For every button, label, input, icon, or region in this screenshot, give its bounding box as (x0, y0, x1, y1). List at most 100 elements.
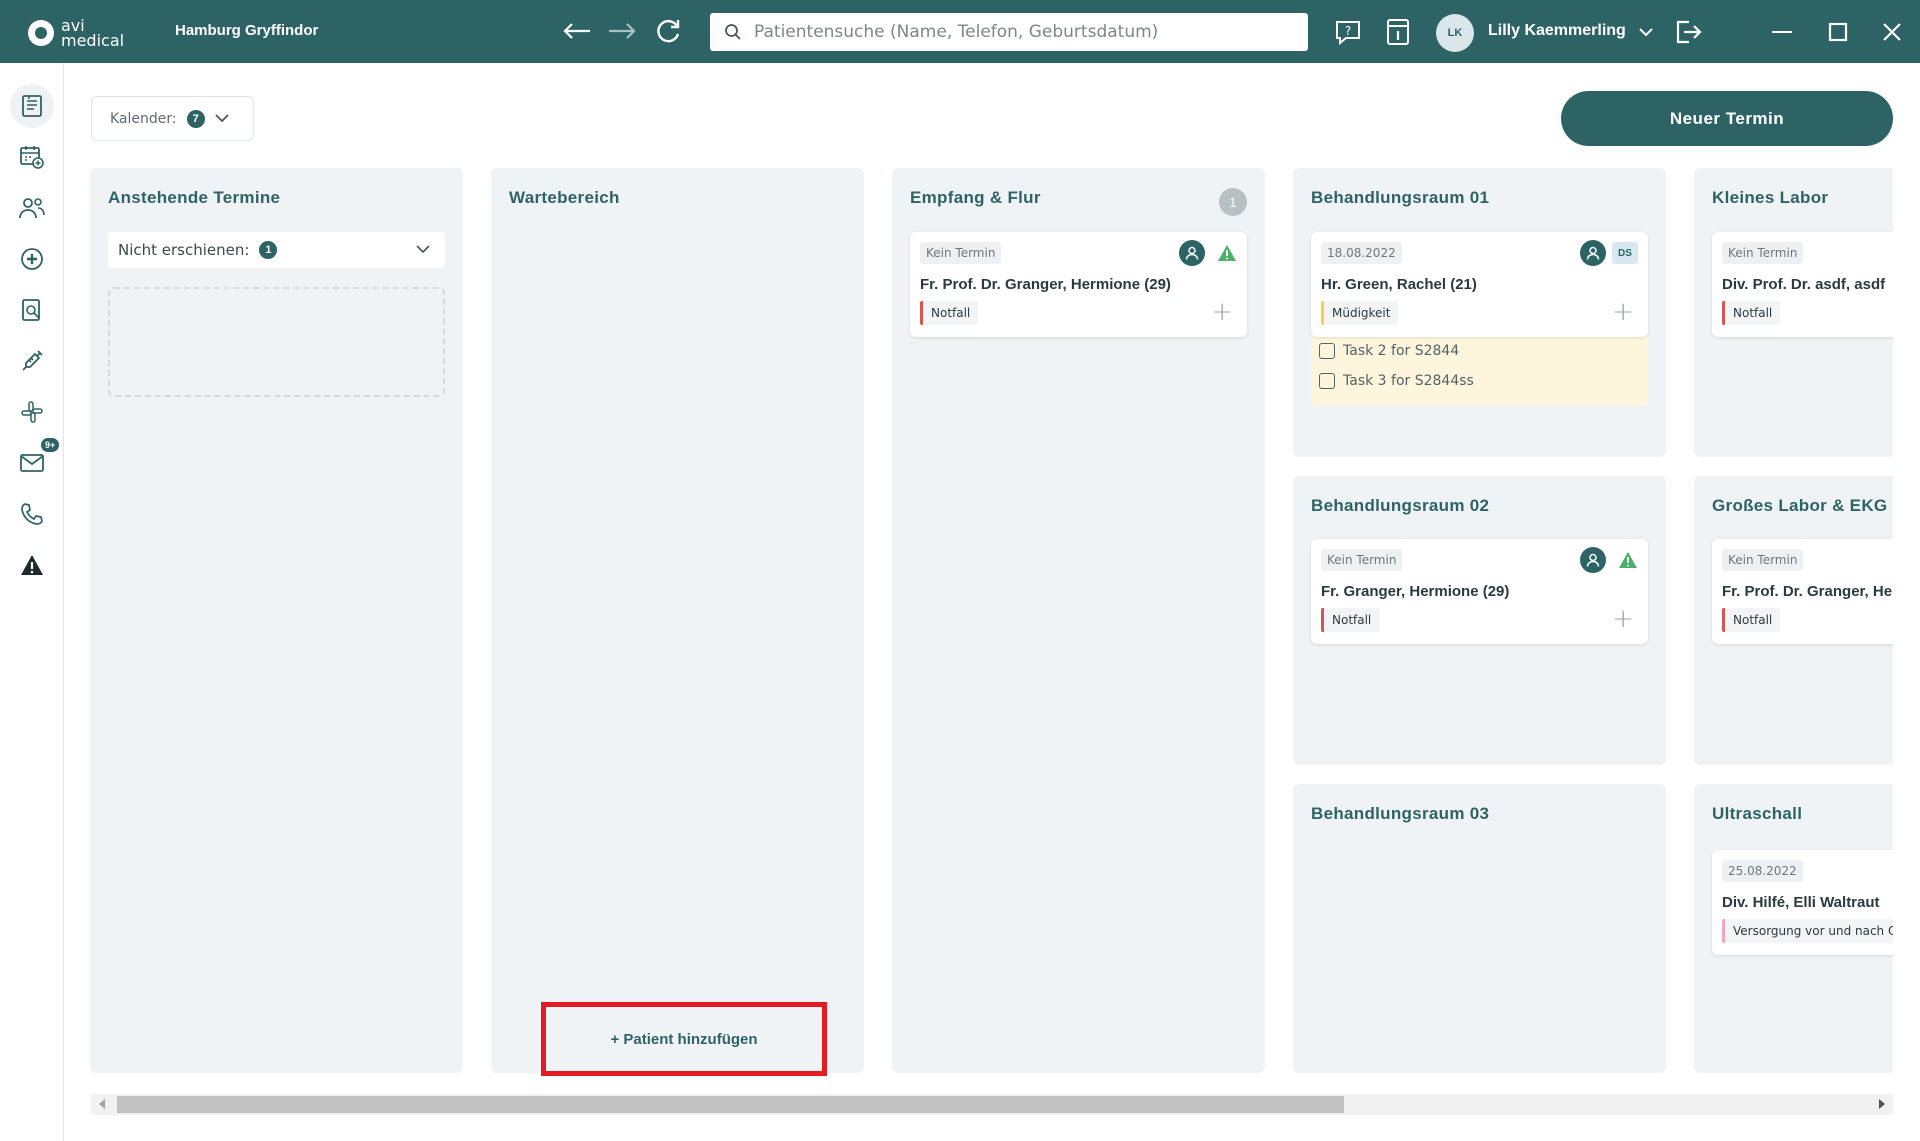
patient-card[interactable]: 25.08.2022 Div. Hilfé, Elli Waltraut Ver… (1712, 850, 1893, 955)
warning-icon (1218, 245, 1236, 261)
new-appointment-button[interactable]: Neuer Termin (1561, 91, 1893, 146)
logo-mark-icon (28, 20, 54, 46)
add-icon[interactable]: + (1612, 606, 1634, 632)
back-arrow-icon[interactable] (560, 13, 594, 49)
visit-reason: Versorgung vor und nach O (1722, 919, 1893, 943)
column-title: Wartebereich (509, 188, 620, 207)
warning-icon (21, 555, 43, 575)
appointment-date-chip: 25.08.2022 (1722, 860, 1803, 882)
appointment-date-chip: 18.08.2022 (1321, 242, 1402, 264)
patient-card[interactable]: Kein Termin Fr. Prof. Dr. Granger, Hermi… (910, 232, 1247, 337)
no-show-label: Nicht erschienen: (118, 241, 250, 259)
task-checkbox-icon[interactable] (1319, 343, 1335, 359)
practice-name[interactable]: Hamburg Gryffindor (175, 22, 318, 39)
calendar-filter[interactable]: Kalender: 7 (91, 96, 254, 141)
task-item[interactable]: Task 2 for S2844 (1319, 343, 1459, 359)
clipboard-list-icon (22, 95, 42, 117)
sidebar: 9+ (0, 63, 64, 1141)
sidebar-item-search-records[interactable] (10, 288, 54, 332)
sidebar-item-patients[interactable] (10, 186, 54, 230)
calendar-add-icon (20, 146, 44, 169)
drop-zone[interactable] (108, 287, 445, 397)
patient-card[interactable]: 18.08.2022 DS Hr. Green, Rachel (21) Müd… (1311, 232, 1648, 337)
column-upcoming: Anstehende Termine Nicht erschienen: 1 (90, 168, 463, 1073)
patient-name: Div. Prof. Dr. asdf, asdf (1722, 276, 1886, 293)
visit-reason: Notfall (1321, 608, 1380, 632)
sidebar-item-medical[interactable] (10, 237, 54, 281)
scrollbar-thumb[interactable] (117, 1096, 1344, 1113)
appointment-chip: Kein Termin (1722, 242, 1804, 264)
calendar-filter-label: Kalender: (110, 110, 177, 127)
patient-name: Fr. Prof. Dr. Granger, He (1722, 583, 1893, 600)
mail-icon (20, 454, 44, 472)
column-title: Kleines Labor (1712, 188, 1829, 207)
info-icon[interactable] (1382, 16, 1414, 48)
column-small-lab: Kleines Labor Kein Termin Div. Prof. Dr.… (1694, 168, 1893, 457)
no-show-count-badge: 1 (259, 241, 278, 259)
column-room-03: Behandlungsraum 03 (1293, 784, 1666, 1073)
top-bar: avi medical Hamburg Gryffindor ? LK Lill… (0, 0, 1920, 63)
chevron-down-icon[interactable] (1630, 16, 1662, 48)
syringe-icon (22, 350, 43, 371)
sidebar-item-integrations[interactable] (10, 390, 54, 434)
logout-icon[interactable] (1673, 16, 1705, 48)
users-icon (19, 198, 45, 219)
scroll-left-arrow-icon[interactable] (99, 1099, 105, 1109)
help-chat-icon[interactable]: ? (1332, 16, 1364, 48)
column-ultrasound: Ultraschall 25.08.2022 Div. Hilfé, Elli … (1694, 784, 1893, 1073)
patient-search[interactable] (710, 13, 1308, 51)
visit-reason: Müdigkeit (1321, 301, 1399, 325)
logo-text: avi medical (61, 16, 125, 50)
task-item[interactable]: Task 3 for S2844ss (1319, 373, 1474, 389)
patient-search-input[interactable] (754, 22, 1294, 42)
doctor-initials-badge: DS (1612, 242, 1638, 264)
search-icon (725, 24, 741, 40)
column-waiting-area: Wartebereich (491, 168, 864, 1073)
appointment-chip: Kein Termin (920, 242, 1002, 264)
task-label: Task 3 for S2844ss (1343, 373, 1474, 389)
appointment-chip: Kein Termin (1321, 549, 1403, 571)
column-room-01: Behandlungsraum 01 Task 2 for S2844 Task… (1293, 168, 1666, 457)
column-title: Empfang & Flur (910, 188, 1041, 207)
add-icon[interactable]: + (1211, 299, 1233, 325)
sidebar-item-calendar[interactable] (10, 135, 54, 179)
mail-badge: 9+ (39, 436, 62, 454)
patient-icon[interactable] (1179, 240, 1205, 266)
maximize-icon[interactable] (1822, 16, 1854, 48)
patient-card[interactable]: Kein Termin Div. Prof. Dr. asdf, asdf No… (1712, 232, 1893, 337)
slack-icon (21, 401, 43, 423)
forward-arrow-icon[interactable] (605, 13, 639, 49)
visit-reason: Notfall (1722, 608, 1781, 632)
sidebar-item-messages[interactable]: 9+ (10, 436, 62, 485)
add-icon[interactable]: + (1612, 299, 1634, 325)
patient-card[interactable]: Kein Termin Fr. Granger, Hermione (29) N… (1311, 539, 1648, 644)
sidebar-item-board[interactable] (10, 84, 54, 128)
user-name[interactable]: Lilly Kaemmerling (1488, 22, 1626, 40)
patient-icon[interactable] (1580, 547, 1606, 573)
refresh-icon[interactable] (651, 13, 685, 49)
avi-medical-logo[interactable]: avi medical (28, 16, 125, 50)
svg-text:?: ? (1345, 24, 1351, 38)
horizontal-scrollbar[interactable] (91, 1094, 1893, 1115)
patient-name: Hr. Green, Rachel (21) (1321, 276, 1477, 293)
sidebar-item-phone[interactable] (10, 492, 54, 536)
appointment-chip: Kein Termin (1722, 549, 1804, 571)
no-show-dropdown[interactable]: Nicht erschienen: 1 (108, 232, 445, 268)
column-count-badge: 1 (1219, 188, 1247, 216)
sidebar-item-vaccination[interactable] (10, 339, 54, 383)
visit-reason: Notfall (1722, 301, 1781, 325)
column-title: Behandlungsraum 03 (1311, 804, 1490, 823)
column-room-02: Behandlungsraum 02 Kein Termin Fr. Grang… (1293, 476, 1666, 765)
scroll-right-arrow-icon[interactable] (1879, 1099, 1885, 1109)
patient-card[interactable]: Kein Termin Fr. Prof. Dr. Granger, He No… (1712, 539, 1893, 644)
calendar-count-badge: 7 (186, 109, 205, 128)
minimize-icon[interactable] (1766, 16, 1798, 48)
patient-name: Fr. Prof. Dr. Granger, Hermione (29) (920, 276, 1171, 293)
add-patient-button[interactable]: + Patient hinzufügen (541, 1002, 827, 1076)
chevron-down-icon (416, 245, 430, 254)
sidebar-item-alerts[interactable] (10, 543, 54, 587)
close-icon[interactable] (1876, 16, 1908, 48)
user-avatar[interactable]: LK (1436, 14, 1474, 52)
patient-icon[interactable] (1580, 240, 1606, 266)
task-checkbox-icon[interactable] (1319, 373, 1335, 389)
